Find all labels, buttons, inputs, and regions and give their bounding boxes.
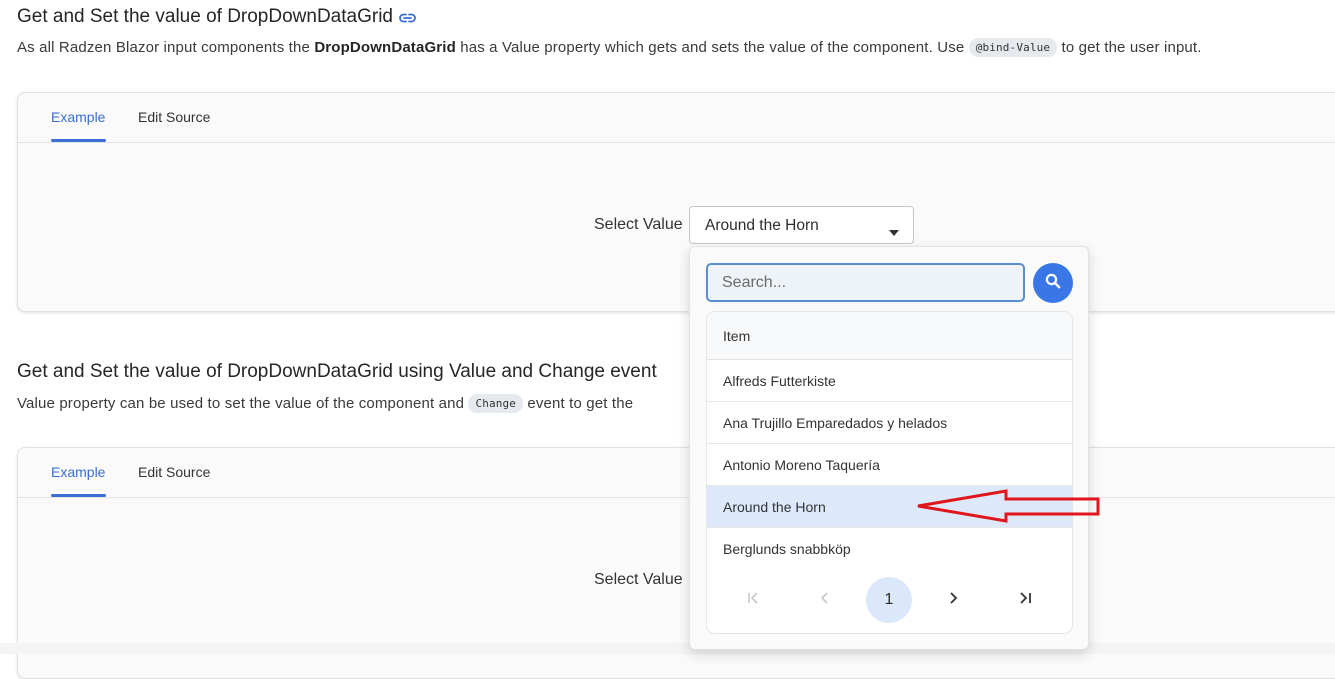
list-item[interactable]: Alfreds Futterkiste <box>707 360 1072 402</box>
bottom-scroll-strip <box>0 643 1335 654</box>
section1-desc-text-end: to get the user input. <box>1057 39 1202 56</box>
section2-description: Value property can be used to set the va… <box>17 394 633 413</box>
tab-bar-2: Example Edit Source <box>18 448 1335 498</box>
dropdown-selected-value: Around the Horn <box>705 217 819 234</box>
tab-edit-source-2[interactable]: Edit Source <box>138 464 210 480</box>
change-code: Change <box>468 394 524 413</box>
active-tab-indicator-1 <box>51 139 106 142</box>
section2-desc-text-end: event to get the <box>523 395 634 412</box>
section1-description: As all Radzen Blazor input components th… <box>17 38 1202 57</box>
red-arrow-icon <box>917 489 1100 523</box>
select-value-label-1: Select Value <box>594 216 683 233</box>
bind-value-code: @bind-Value <box>968 38 1058 57</box>
caret-down-icon <box>889 223 899 241</box>
section1-desc-bold: DropDownDataGrid <box>314 39 456 56</box>
section1-title-text: Get and Set the value of DropDownDataGri… <box>17 6 393 27</box>
page-button-current[interactable]: 1 <box>866 577 912 623</box>
tab-example-1[interactable]: Example <box>51 109 105 125</box>
list-item[interactable]: Berglunds snabbköp <box>707 528 1072 570</box>
section1-desc-text-mid: has a Value property which gets and sets… <box>455 39 969 56</box>
list-item[interactable]: Ana Trujillo Emparedados y helados <box>707 402 1072 444</box>
pager: 1 <box>707 567 1072 633</box>
section2-title-text: Get and Set the value of DropDownDataGri… <box>17 361 657 382</box>
active-tab-indicator-2 <box>51 494 106 497</box>
items-grid: Item Alfreds Futterkiste Ana Trujillo Em… <box>706 311 1073 634</box>
list-item[interactable]: Antonio Moreno Taquería <box>707 444 1072 486</box>
search-button[interactable] <box>1033 263 1073 303</box>
next-page-button[interactable] <box>930 577 976 623</box>
section1-desc-text: As all Radzen Blazor input components th… <box>17 39 315 56</box>
last-page-button[interactable] <box>1002 577 1048 623</box>
column-header-item[interactable]: Item <box>707 312 1072 360</box>
section1-title: Get and Set the value of DropDownDataGri… <box>17 6 416 30</box>
tab-bar-1: Example Edit Source <box>18 93 1335 143</box>
search-input[interactable] <box>706 263 1025 302</box>
section2-title: Get and Set the value of DropDownDataGri… <box>17 361 657 383</box>
link-icon[interactable] <box>399 8 416 30</box>
dropdown-popup: Item Alfreds Futterkiste Ana Trujillo Em… <box>689 246 1089 650</box>
prev-page-button[interactable] <box>802 577 848 623</box>
example-card-1: Example Edit Source <box>17 92 1335 312</box>
tab-example-2[interactable]: Example <box>51 464 105 480</box>
first-page-button[interactable] <box>731 577 777 623</box>
tab-edit-source-1[interactable]: Edit Source <box>138 109 210 125</box>
select-value-label-2: Select Value <box>594 571 683 588</box>
last-page-icon <box>1018 591 1032 609</box>
dropdown-datagrid-1[interactable]: Around the Horn <box>689 206 914 244</box>
prev-page-icon <box>820 591 830 609</box>
section2-desc-text: Value property can be used to set the va… <box>17 395 469 412</box>
first-page-icon <box>747 591 761 609</box>
search-icon <box>1045 273 1061 294</box>
next-page-icon <box>948 591 958 609</box>
